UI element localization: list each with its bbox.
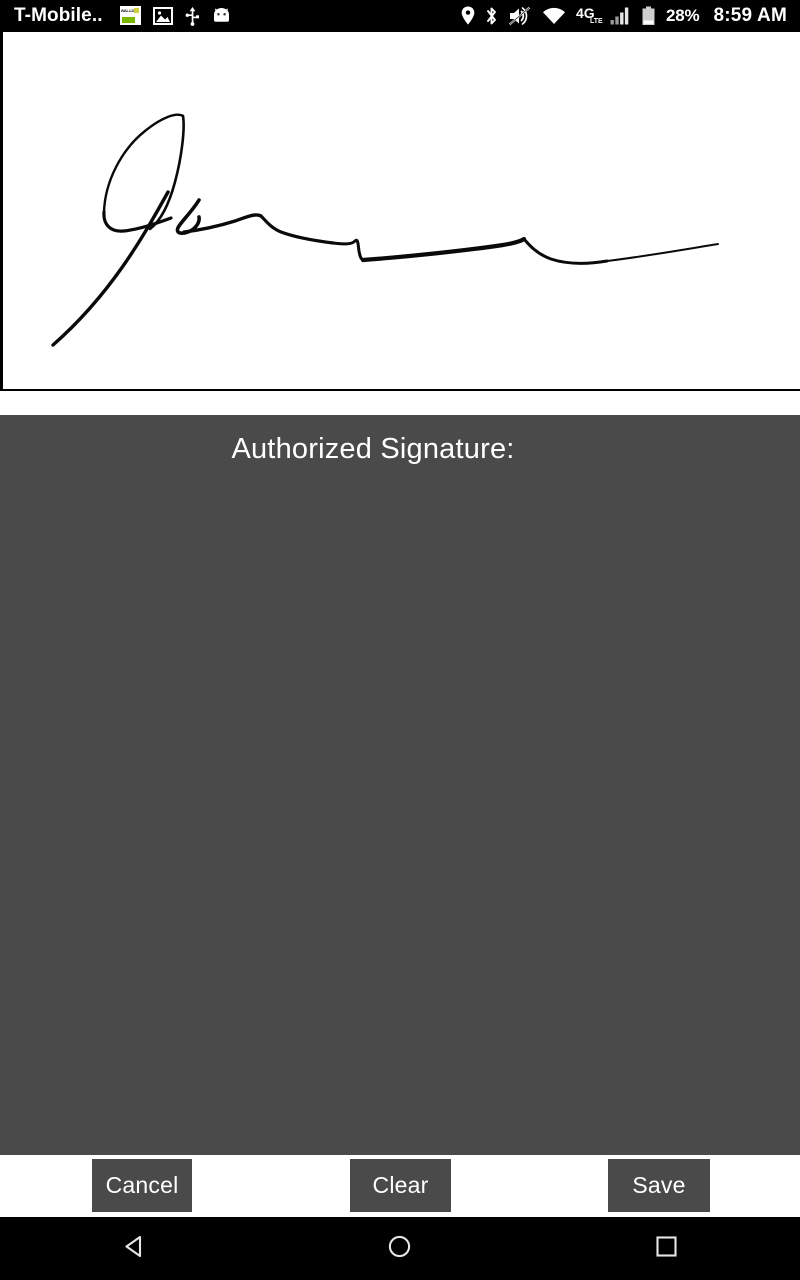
back-triangle-icon xyxy=(120,1233,147,1265)
save-button[interactable]: Save xyxy=(608,1159,710,1212)
signature-panel: Authorized Signature: xyxy=(0,415,800,1155)
clear-button[interactable]: Clear xyxy=(350,1159,451,1212)
app-notification-icon: WAL.LD xyxy=(119,6,141,25)
nav-home-button[interactable] xyxy=(340,1217,460,1280)
network-4g-lte-icon: 4G LTE xyxy=(576,6,603,25)
location-pin-icon xyxy=(461,6,475,25)
volume-mute-icon xyxy=(508,6,532,26)
status-system-icons: 4G LTE 28% 8:59 AM xyxy=(461,5,787,27)
cancel-button[interactable]: Cancel xyxy=(92,1159,192,1212)
signature-drawing-area[interactable] xyxy=(0,31,800,391)
nav-back-button[interactable] xyxy=(73,1217,193,1280)
status-bar[interactable]: T-Mobile.. WAL.LD 4G LTE 28% 8:59 AM xyxy=(0,0,800,31)
page-title: Authorized Signature: xyxy=(231,433,515,465)
network-lte-label: LTE xyxy=(590,18,603,25)
status-notification-icons: WAL.LD xyxy=(119,6,231,26)
signature-ink xyxy=(51,113,719,347)
android-navigation-bar xyxy=(0,1217,800,1280)
nav-recents-button[interactable] xyxy=(607,1217,727,1280)
carrier-label: T-Mobile.. xyxy=(14,4,103,26)
battery-icon xyxy=(641,6,656,26)
image-icon xyxy=(152,6,173,25)
canvas-bottom-gap xyxy=(0,391,800,415)
signal-bars-icon xyxy=(610,6,631,25)
battery-percent-label: 28% xyxy=(666,5,700,25)
android-head-icon xyxy=(212,7,231,24)
home-circle-icon xyxy=(386,1233,413,1265)
usb-icon xyxy=(185,6,200,26)
recents-square-icon xyxy=(653,1233,680,1265)
wifi-icon xyxy=(542,7,566,25)
clock-label: 8:59 AM xyxy=(713,4,787,26)
bluetooth-icon xyxy=(485,6,498,26)
action-button-bar: Cancel Clear Save xyxy=(0,1155,800,1217)
